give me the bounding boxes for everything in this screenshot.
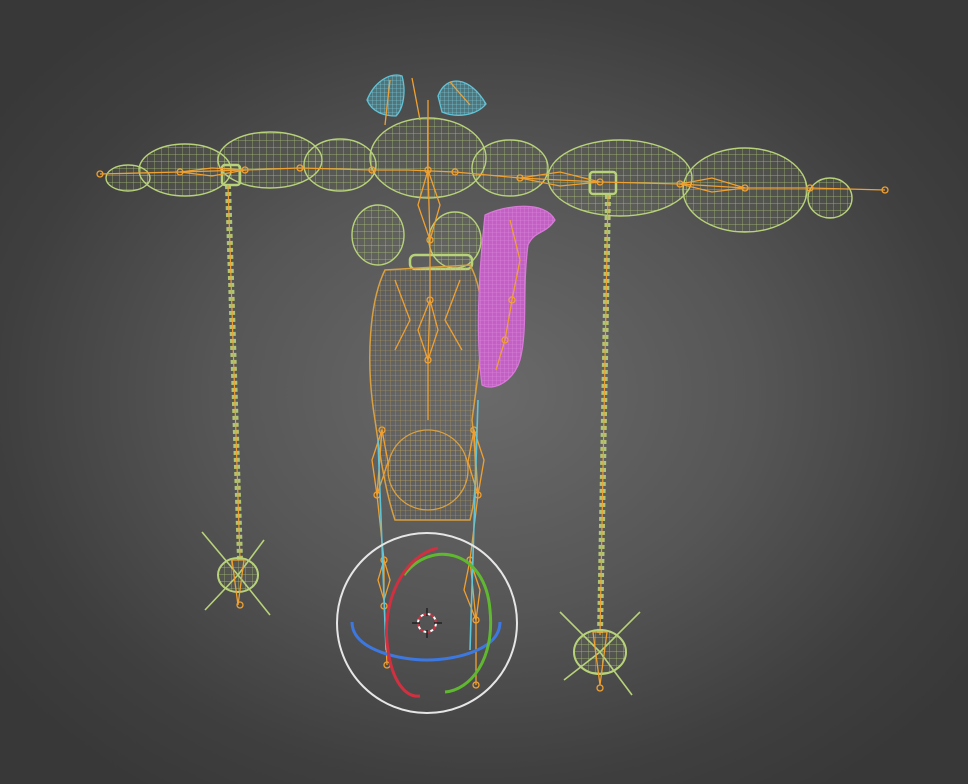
rotate-gizmo-icon[interactable] [336,532,518,714]
gizmo-x-ring[interactable] [385,546,439,698]
viewport-scene[interactable] [0,0,968,784]
gizmo-z-ring[interactable] [350,621,502,662]
3d-cursor-icon[interactable] [412,608,442,638]
mesh-hair[interactable] [366,74,487,117]
mesh-left-chain[interactable] [225,184,243,561]
mesh-right-chain[interactable] [597,194,611,636]
left-spike-weight[interactable] [201,531,271,616]
mesh-left-arm[interactable] [105,131,377,197]
3d-viewport[interactable] [0,0,968,784]
character-mesh[interactable] [105,74,853,521]
mesh-tail[interactable] [477,205,556,388]
